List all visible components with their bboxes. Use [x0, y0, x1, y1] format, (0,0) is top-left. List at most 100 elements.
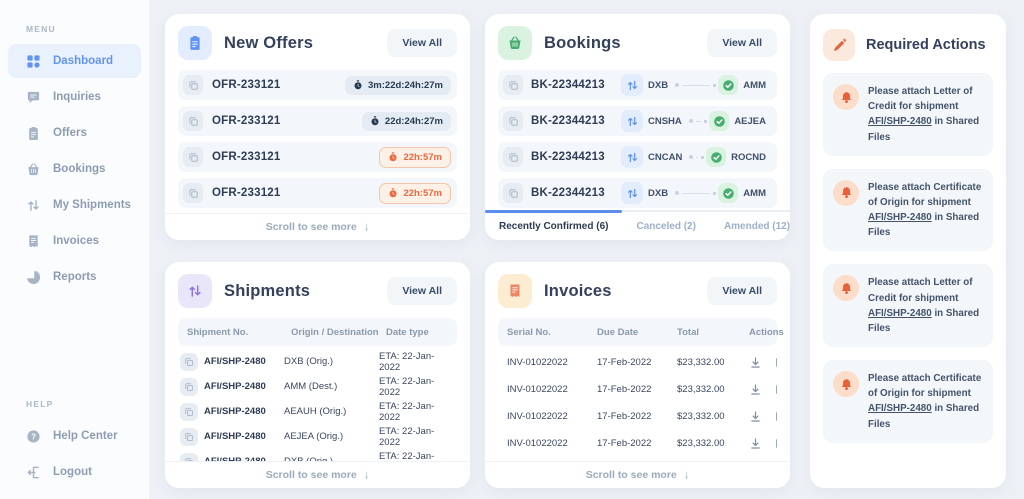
stopwatch-icon: [388, 152, 398, 162]
offer-row[interactable]: OFR-233121 22h:57m: [178, 142, 457, 172]
route-line: [675, 191, 716, 195]
origin-destination: AEAUH (Orig.): [284, 406, 379, 417]
shipments-icon: [178, 274, 212, 308]
download-icon[interactable]: [749, 383, 762, 396]
origin-destination: AEJEA (Orig.): [284, 431, 379, 442]
shipment-link[interactable]: AFI/SHP-2480: [868, 308, 932, 319]
copy-icon[interactable]: [503, 183, 523, 203]
shipment-row[interactable]: AFI/SHP-2480 DXB (Orig.) ETA: 22-Jan-202…: [178, 349, 457, 374]
route-line: [689, 119, 708, 123]
scroll-more[interactable]: Scroll to see more: [485, 461, 790, 488]
scroll-more[interactable]: Scroll to see more: [165, 461, 470, 488]
offer-row[interactable]: OFR-233121 22d:24h:27m: [178, 106, 457, 136]
external-link-icon[interactable]: [774, 437, 777, 450]
download-icon[interactable]: [749, 356, 762, 369]
action-item: Please attach Letter of Credit for shipm…: [823, 264, 993, 347]
copy-icon[interactable]: [180, 378, 198, 396]
offer-row[interactable]: OFR-233121 22h:57m: [178, 178, 457, 208]
sidebar-item-logout[interactable]: Logout: [8, 455, 141, 489]
offer-row[interactable]: OFR-233121 3m:22d:24h:27m: [178, 70, 457, 100]
invoice-row[interactable]: INV-01022022 17-Feb-2022 $23,332.00: [498, 376, 777, 403]
copy-icon[interactable]: [183, 111, 203, 131]
view-all-button[interactable]: View All: [707, 29, 777, 57]
sidebar-item-label: Bookings: [53, 163, 105, 175]
sidebar-item-help-center[interactable]: Help Center: [8, 419, 141, 453]
view-all-button[interactable]: View All: [707, 277, 777, 305]
bell-icon: [833, 371, 859, 397]
origin-code: DXB: [648, 188, 668, 199]
copy-icon[interactable]: [503, 75, 523, 95]
action-item: Please attach Certificate of Origin for …: [823, 360, 993, 443]
copy-icon[interactable]: [503, 147, 523, 167]
shipments-card: Shipments View All Shipment No. Origin /…: [165, 262, 470, 488]
invoice-due-date: 17-Feb-2022: [597, 411, 677, 422]
panel-title: Required Actions: [866, 37, 986, 53]
sidebar-item-reports[interactable]: Reports: [8, 260, 141, 294]
external-link-icon[interactable]: [774, 410, 777, 423]
sidebar-item-dashboard[interactable]: Dashboard: [8, 44, 141, 78]
tab-recently-confirmed[interactable]: Recently Confirmed (6): [485, 212, 622, 240]
tab-amended[interactable]: Amended (12): [710, 212, 790, 240]
booking-row[interactable]: BK-22344213 CNSHA AEJEA: [498, 106, 777, 136]
destination-code: AEJEA: [734, 116, 766, 127]
card-title: New Offers: [224, 34, 375, 53]
shipment-link[interactable]: AFI/SHP-2480: [868, 116, 932, 127]
invoice-row[interactable]: INV-01022022 17-Feb-2022 $23,332.00: [498, 349, 777, 376]
scroll-more[interactable]: Scroll to see more: [165, 213, 470, 240]
external-link-icon[interactable]: [774, 356, 777, 369]
copy-icon[interactable]: [180, 353, 198, 371]
sidebar-item-label: My Shipments: [53, 199, 131, 211]
download-icon[interactable]: [749, 437, 762, 450]
invoice-total: $23,332.00: [677, 411, 749, 422]
shipment-row[interactable]: AFI/SHP-2480 AEAUH (Orig.) ETA: 22-Jan-2…: [178, 399, 457, 424]
invoice-serial: INV-01022022: [507, 384, 597, 395]
column-header: Origin / Destination: [291, 327, 386, 338]
shipment-no: AFI/SHP-2480: [204, 406, 266, 417]
booking-row[interactable]: BK-22344213 DXB AMM: [498, 178, 777, 208]
copy-icon[interactable]: [183, 183, 203, 203]
invoice-due-date: 17-Feb-2022: [597, 438, 677, 449]
new-offers-icon: [178, 26, 212, 60]
bell-icon: [833, 275, 859, 301]
shipment-row[interactable]: AFI/SHP-2480 AMM (Dest.) ETA: 22-Jan-202…: [178, 374, 457, 399]
view-all-button[interactable]: View All: [387, 29, 457, 57]
column-header: Shipment No.: [187, 327, 291, 338]
shipment-link[interactable]: AFI/SHP-2480: [868, 403, 932, 414]
confirmed-check-icon: [718, 183, 738, 203]
sidebar-item-inquiries[interactable]: Inquiries: [8, 80, 141, 114]
invoice-row[interactable]: INV-01022022 17-Feb-2022 $23,332.00: [498, 430, 777, 457]
copy-icon[interactable]: [183, 75, 203, 95]
confirmed-check-icon: [709, 111, 729, 131]
sidebar-item-my-shipments[interactable]: My Shipments: [8, 188, 141, 222]
card-title: Shipments: [224, 282, 375, 301]
basket-icon: [26, 162, 41, 177]
sidebar-item-label: Reports: [53, 271, 96, 283]
booking-id: BK-22344213: [531, 79, 613, 91]
sidebar-item-bookings[interactable]: Bookings: [8, 152, 141, 186]
download-icon[interactable]: [749, 410, 762, 423]
copy-icon[interactable]: [503, 111, 523, 131]
copy-icon[interactable]: [180, 403, 198, 421]
chat-icon: [26, 90, 41, 105]
external-link-icon[interactable]: [774, 383, 777, 396]
tab-canceled[interactable]: Canceled (2): [622, 212, 709, 240]
dashboard-icon: [26, 54, 41, 69]
view-all-button[interactable]: View All: [387, 277, 457, 305]
sidebar-item-label: Dashboard: [53, 55, 113, 67]
booking-row[interactable]: BK-22344213 CNCAN ROCND: [498, 142, 777, 172]
shipment-link[interactable]: AFI/SHP-2480: [868, 212, 932, 223]
origin-code: CNSHA: [648, 116, 682, 127]
invoice-row[interactable]: INV-01022022 17-Feb-2022 $23,332.00: [498, 403, 777, 430]
sidebar-item-label: Inquiries: [53, 91, 101, 103]
shipment-no: AFI/SHP-2480: [204, 381, 266, 392]
column-header: Serial No.: [507, 327, 597, 338]
booking-row[interactable]: BK-22344213 DXB AMM: [498, 70, 777, 100]
copy-icon[interactable]: [180, 428, 198, 446]
sidebar-item-label: Logout: [53, 466, 92, 478]
sidebar-item-label: Offers: [53, 127, 87, 139]
shipment-row[interactable]: AFI/SHP-2480 AEJEA (Orig.) ETA: 22-Jan-2…: [178, 424, 457, 449]
copy-icon[interactable]: [183, 147, 203, 167]
sidebar-item-offers[interactable]: Offers: [8, 116, 141, 150]
bookings-tabs: Recently Confirmed (6) Canceled (2) Amen…: [485, 210, 790, 240]
sidebar-item-invoices[interactable]: Invoices: [8, 224, 141, 258]
